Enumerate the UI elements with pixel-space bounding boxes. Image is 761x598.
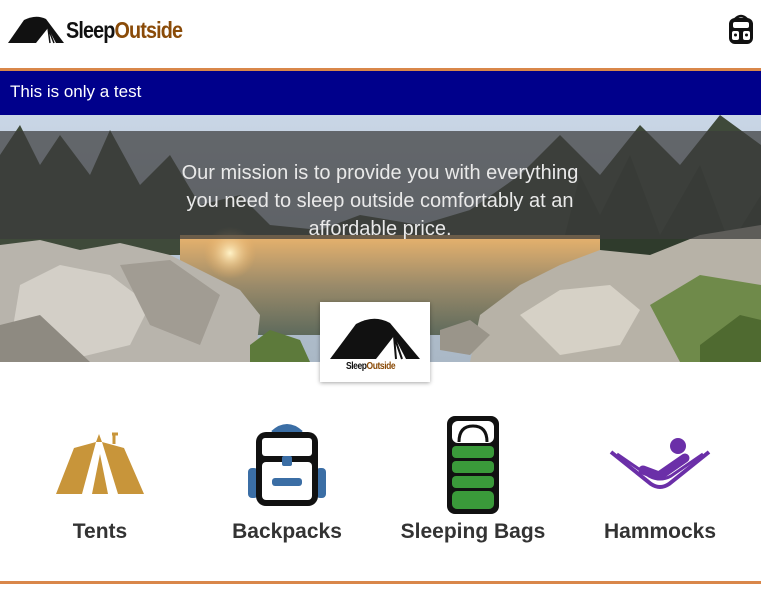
backpack-icon (248, 424, 326, 506)
category-sleeping-bags[interactable]: Sleeping Bags (383, 400, 563, 550)
tent-logo-icon (8, 16, 64, 44)
alert-banner: This is only a test (0, 71, 761, 115)
logo-text: SleepOutside (66, 16, 183, 44)
category-label: Backpacks (232, 520, 342, 543)
site-logo[interactable]: SleepOutside (6, 14, 201, 44)
tent-logo-icon (330, 318, 420, 360)
category-backpacks[interactable]: Backpacks (197, 400, 377, 550)
hero-logo-outside: Outside (366, 361, 396, 372)
category-label: Sleeping Bags (400, 520, 546, 543)
hero-logo-card: SleepOutside (320, 302, 430, 382)
logo-sleep: Sleep (66, 17, 115, 43)
footer-divider (0, 581, 761, 584)
category-label: Tents (72, 520, 128, 543)
backpack-cart-icon[interactable] (726, 14, 756, 46)
category-tents[interactable]: Tents (10, 400, 190, 550)
category-hammocks[interactable]: Hammocks (570, 400, 750, 550)
mission-overlay: Our mission is to provide you with every… (0, 131, 761, 240)
tent-icon (56, 432, 144, 494)
sleeping-bag-icon (447, 416, 499, 514)
hero-logo-text: SleepOutside (346, 361, 396, 372)
hero-logo-sleep: Sleep (346, 361, 367, 372)
alert-message: This is only a test (10, 82, 142, 101)
site-header: SleepOutside (0, 0, 761, 68)
logo-outside: Outside (114, 17, 183, 43)
product-categories: Tents Backpacks Sleeping Bags Hammocks (0, 400, 761, 550)
category-label: Hammocks (603, 520, 717, 543)
mission-statement: Our mission is to provide you with every… (181, 162, 579, 240)
hammock-icon (609, 438, 711, 489)
